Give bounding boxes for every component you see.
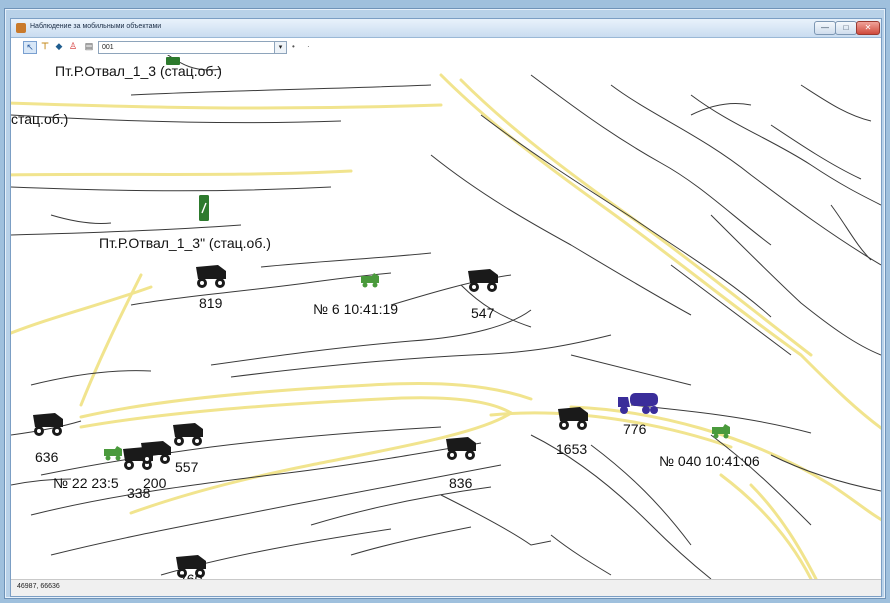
truck-label: 547 — [471, 305, 495, 321]
coordinates-readout: 46987, 66636 — [17, 583, 60, 590]
truck-label: 776 — [623, 421, 647, 437]
contour-line — [670, 264, 792, 356]
haul-road — [11, 169, 353, 177]
toolbar: ↖ ⊤ ◆ ♙ ▤ 001 ▾ • · — [11, 38, 881, 54]
toolbar-dot[interactable]: • — [292, 42, 295, 51]
contour-line — [690, 94, 881, 206]
vehicle-icon[interactable] — [101, 445, 125, 461]
station-label[interactable]: Пт.Р.Отвал_1_3 (стац.об.) — [55, 63, 222, 79]
truck-label: 557 — [175, 459, 199, 475]
chevron-down-icon[interactable]: ▾ — [274, 42, 286, 53]
truck-label: 636 — [35, 449, 59, 465]
object-select[interactable]: 001 ▾ — [98, 41, 287, 54]
contour-line — [570, 354, 692, 386]
tanker-truck-icon[interactable] — [616, 391, 660, 415]
dump-truck-icon[interactable] — [139, 439, 175, 465]
haul-road — [79, 396, 513, 429]
close-button[interactable]: ✕ — [856, 21, 880, 35]
dump-truck-icon[interactable] — [171, 421, 207, 447]
vehicle-label: № 6 10:41:19 — [313, 301, 399, 317]
contour-line — [610, 84, 881, 266]
station-marker-icon[interactable] — [166, 57, 180, 65]
maximize-button[interactable]: □ — [835, 21, 857, 35]
haul-road — [749, 483, 818, 579]
contour-line — [310, 486, 492, 526]
dump-truck-icon[interactable] — [466, 267, 502, 293]
status-bar: 46987, 66636 — [11, 579, 881, 596]
haul-road — [79, 273, 143, 407]
station-label[interactable]: Пт.Р.Отвал_1_3" (стац.об.) — [99, 235, 271, 251]
contour-line — [440, 494, 552, 546]
map-canvas[interactable]: Пт.Р.Отвал_1_3 (стац.об.) стац.об.) Пт.Р… — [11, 55, 881, 579]
contour-line — [530, 74, 772, 246]
haul-road — [719, 473, 813, 579]
contour-line — [11, 224, 242, 236]
diamond-icon[interactable]: ◆ — [53, 41, 65, 52]
contour-line — [830, 204, 872, 261]
window-title: Наблюдение за мобильными объектами — [30, 23, 162, 30]
contour-line — [11, 186, 332, 192]
contour-line — [480, 114, 772, 318]
contour-line — [770, 124, 862, 180]
vehicle-label: № 22 23:5 — [53, 475, 119, 491]
haul-road — [439, 73, 881, 430]
vehicle-label: № 040 10:41:06 — [659, 453, 760, 469]
contour-line — [50, 214, 112, 224]
haul-road — [459, 78, 813, 357]
ruler-icon[interactable]: ⊤ — [39, 41, 51, 52]
contour-line — [130, 84, 432, 96]
station-label[interactable]: стац.об.) — [11, 111, 68, 127]
truck-label: 819 — [199, 295, 223, 311]
contour-line — [800, 84, 872, 122]
contour-line — [260, 252, 432, 268]
truck-label: 1653 — [556, 441, 588, 457]
dump-truck-icon[interactable] — [556, 405, 592, 431]
pointer-icon[interactable]: ↖ — [23, 41, 37, 54]
app-icon — [16, 23, 26, 33]
haul-road — [11, 101, 443, 110]
contour-line — [710, 214, 881, 356]
dump-truck-icon[interactable] — [31, 411, 67, 437]
dump-truck-icon[interactable] — [194, 263, 230, 289]
title-bar[interactable]: Наблюдение за мобильными объектами — □ ✕ — [11, 19, 881, 38]
contour-line — [550, 534, 612, 576]
contour-line — [230, 334, 612, 378]
vehicle-label: 200 — [143, 475, 167, 491]
contour-line — [690, 102, 752, 116]
dump-truck-icon[interactable] — [444, 435, 480, 461]
app-window: Наблюдение за мобильными объектами — □ ✕… — [10, 18, 882, 597]
contour-line — [350, 526, 472, 556]
print-icon[interactable]: ▤ — [83, 41, 95, 52]
haul-road — [489, 411, 733, 449]
minimize-button[interactable]: — — [814, 21, 836, 35]
vehicle-icon[interactable] — [709, 423, 733, 439]
vehicle-icon[interactable] — [358, 272, 382, 288]
object-select-value: 001 — [102, 44, 114, 51]
marker-icon[interactable]: ♙ — [67, 41, 79, 52]
toolbar-dot[interactable]: · — [307, 42, 310, 51]
truck-label: 836 — [449, 475, 473, 491]
truck-label: 760 — [179, 571, 203, 579]
station-marker-icon[interactable] — [199, 195, 209, 221]
